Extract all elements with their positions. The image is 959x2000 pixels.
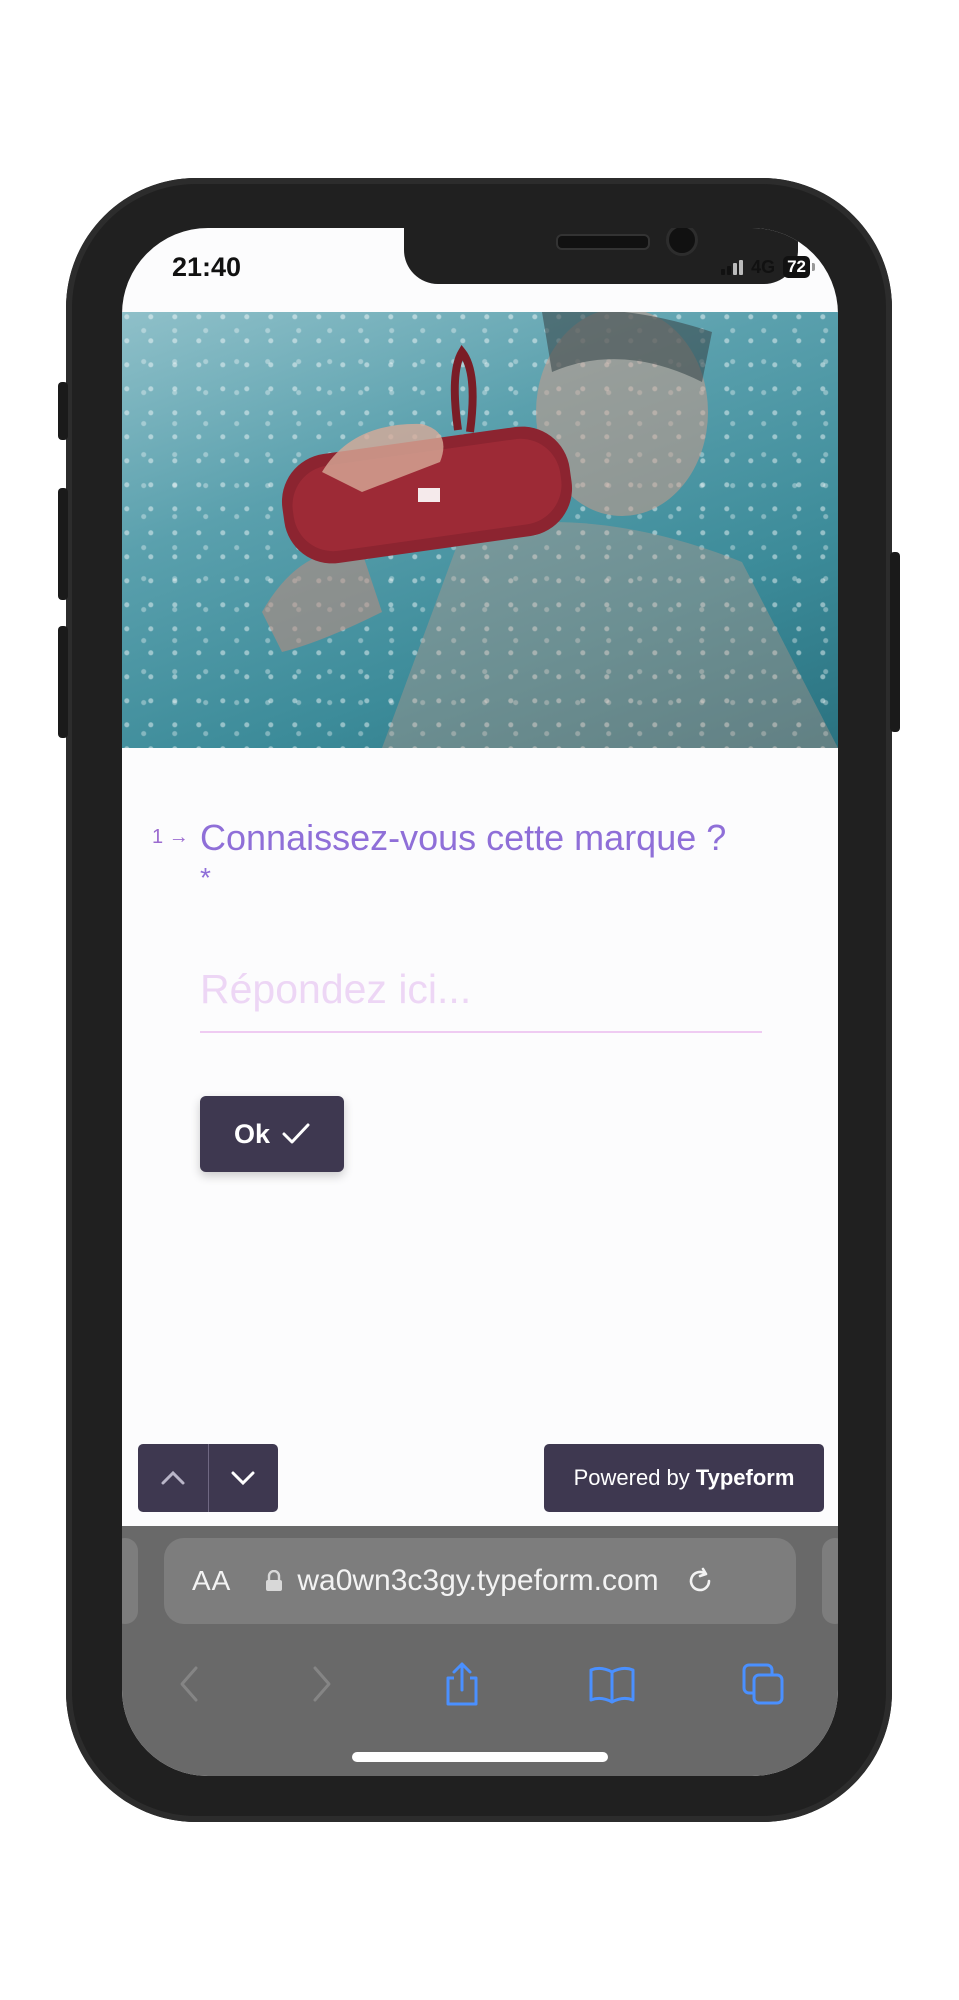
question-title: Connaissez-vous cette marque ? <box>200 817 727 858</box>
phone-screen: 21:40 4G 72 1 → Connaissez-vous cette ma… <box>122 228 838 1776</box>
question-number: 1 → <box>152 826 189 848</box>
front-camera <box>666 228 698 256</box>
answer-input[interactable]: Répondez ici... <box>200 966 762 1033</box>
phone-power-button <box>890 552 900 732</box>
text-size-button[interactable]: AA <box>192 1565 231 1597</box>
hero-image <box>122 312 838 748</box>
browser-chrome: AA wa0wn3c3gy.typeform.com <box>122 1526 838 1776</box>
underwater-speaker-illustration <box>262 312 838 748</box>
typeform-brand: Typeform <box>695 1465 795 1490</box>
powered-by-text: Powered by <box>573 1465 690 1490</box>
share-icon[interactable] <box>440 1660 484 1708</box>
status-time: 21:40 <box>172 252 242 282</box>
chevron-up-icon <box>161 1470 185 1485</box>
address-bar[interactable]: AA wa0wn3c3gy.typeform.com <box>164 1538 796 1624</box>
next-tab-peek[interactable] <box>822 1538 838 1624</box>
previous-question-button[interactable] <box>138 1444 208 1512</box>
tabs-icon[interactable] <box>740 1661 786 1707</box>
chevron-down-icon <box>231 1471 255 1486</box>
next-question-button[interactable] <box>207 1444 279 1512</box>
browser-toolbar <box>122 1644 838 1724</box>
url-text[interactable]: wa0wn3c3gy.typeform.com <box>297 1564 658 1598</box>
phone-volume-down-button <box>58 626 68 738</box>
earpiece-speaker <box>556 234 650 250</box>
question-navigation <box>138 1444 278 1512</box>
bookmarks-icon[interactable] <box>587 1664 637 1704</box>
back-icon[interactable] <box>174 1664 204 1704</box>
phone-volume-up-button <box>58 488 68 600</box>
required-mark: * <box>200 862 211 893</box>
ok-button[interactable]: Ok <box>200 1096 344 1172</box>
network-label: 4G <box>751 256 776 277</box>
lock-icon <box>266 1570 283 1591</box>
previous-tab-peek[interactable] <box>122 1538 138 1624</box>
battery-icon: 72 <box>783 256 815 278</box>
reload-icon[interactable] <box>685 1566 715 1596</box>
forward-icon[interactable] <box>307 1664 337 1704</box>
status-indicators: 4G 72 <box>721 256 815 278</box>
home-indicator[interactable] <box>352 1752 608 1762</box>
arrow-right-icon: → <box>168 826 189 848</box>
phone-mute-switch <box>58 382 68 440</box>
powered-by-typeform-link[interactable]: Powered by Typeform <box>544 1444 824 1512</box>
ok-label: Ok <box>233 1118 271 1149</box>
checkmark-icon <box>282 1123 310 1144</box>
signal-icon <box>721 259 744 275</box>
